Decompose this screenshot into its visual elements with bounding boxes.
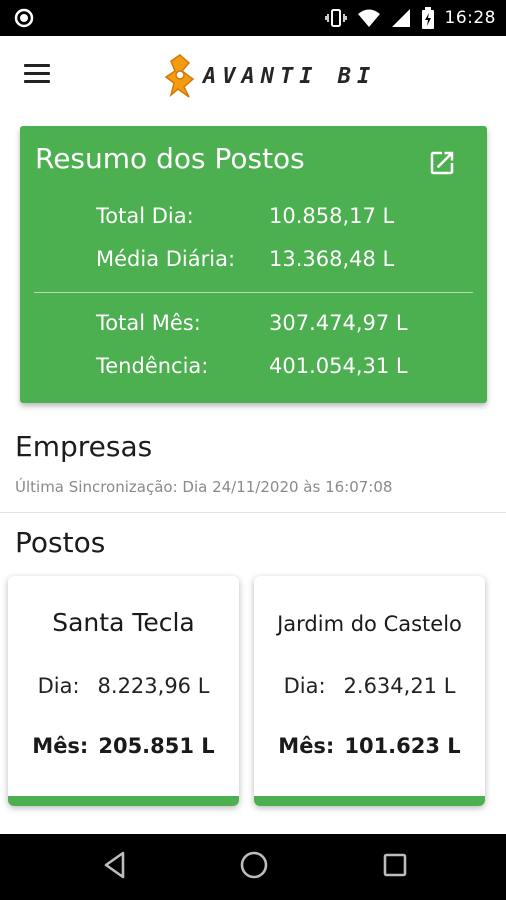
dia-value: 8.223,96 L — [97, 674, 210, 698]
summary-value: 401.054,31 L — [269, 354, 408, 378]
summary-row-total-mes: Total Mês: 307.474,97 L — [96, 311, 408, 335]
app-bar: AVANTI BI — [0, 36, 506, 116]
mes-label: Mês: — [278, 734, 335, 758]
wifi-icon — [357, 8, 381, 28]
posto-mes: Mês: 205.851 L — [8, 734, 239, 758]
summary-divider — [34, 292, 473, 293]
home-icon[interactable] — [239, 850, 269, 885]
summary-label: Tendência: — [96, 354, 209, 378]
system-nav-bar — [0, 834, 506, 900]
posto-card-santa-tecla[interactable]: Santa Tecla Dia: 8.223,96 L Mês: 205.851 L — [8, 576, 239, 806]
logo-mark-icon — [164, 54, 195, 98]
sync-status: Última Sincronização: Dia 24/11/2020 às … — [15, 478, 393, 496]
summary-label: Média Diária: — [96, 247, 236, 271]
summary-label: Total Mês: — [96, 311, 201, 335]
dia-label: Dia: — [283, 674, 326, 698]
summary-value: 13.368,48 L — [269, 247, 395, 271]
summary-value: 307.474,97 L — [269, 311, 408, 335]
posto-name: Santa Tecla — [52, 608, 195, 637]
dia-value: 2.634,21 L — [343, 674, 456, 698]
posto-name: Jardim do Castelo — [277, 612, 462, 636]
record-icon — [14, 8, 34, 28]
posto-card-jardim-do-castelo[interactable]: Jardim do Castelo Dia: 2.634,21 L Mês: 101… — [254, 576, 485, 806]
mes-value: 205.851 L — [98, 734, 215, 758]
empresas-heading: Empresas — [15, 430, 153, 463]
section-divider — [0, 512, 506, 513]
hamburger-menu-icon[interactable] — [24, 64, 54, 88]
summary-row-total-dia: Total Dia: 10.858,17 L — [96, 204, 394, 228]
posto-dia: Dia: 8.223,96 L — [8, 674, 239, 698]
logo-text: AVANTI BI — [203, 63, 377, 89]
posto-dia: Dia: 2.634,21 L — [254, 674, 485, 698]
mes-value: 101.623 L — [344, 734, 461, 758]
summary-row-tendencia: Tendência: 401.054,31 L — [96, 354, 408, 378]
app-logo: AVANTI BI — [163, 52, 376, 100]
card-accent-bar — [254, 796, 485, 806]
clock: 16:28 — [444, 8, 496, 28]
status-bar: 16:28 — [0, 0, 506, 36]
signal-icon — [391, 8, 411, 28]
summary-label: Total Dia: — [96, 204, 194, 228]
recents-icon[interactable] — [381, 850, 409, 885]
postos-heading: Postos — [15, 526, 106, 559]
posto-mes: Mês: 101.623 L — [254, 734, 485, 758]
summary-card: Resumo dos Postos Total Dia: 10.858,17 L … — [20, 126, 487, 403]
summary-row-media-diaria: Média Diária: 13.368,48 L — [96, 247, 394, 271]
summary-title: Resumo dos Postos — [35, 142, 305, 175]
open-external-icon[interactable] — [427, 148, 457, 183]
dia-label: Dia: — [37, 674, 80, 698]
summary-value: 10.858,17 L — [269, 204, 395, 228]
back-icon[interactable] — [101, 850, 129, 885]
card-accent-bar — [8, 796, 239, 806]
battery-charging-icon — [421, 7, 435, 29]
mes-label: Mês: — [32, 734, 89, 758]
vibrate-icon — [324, 8, 347, 28]
